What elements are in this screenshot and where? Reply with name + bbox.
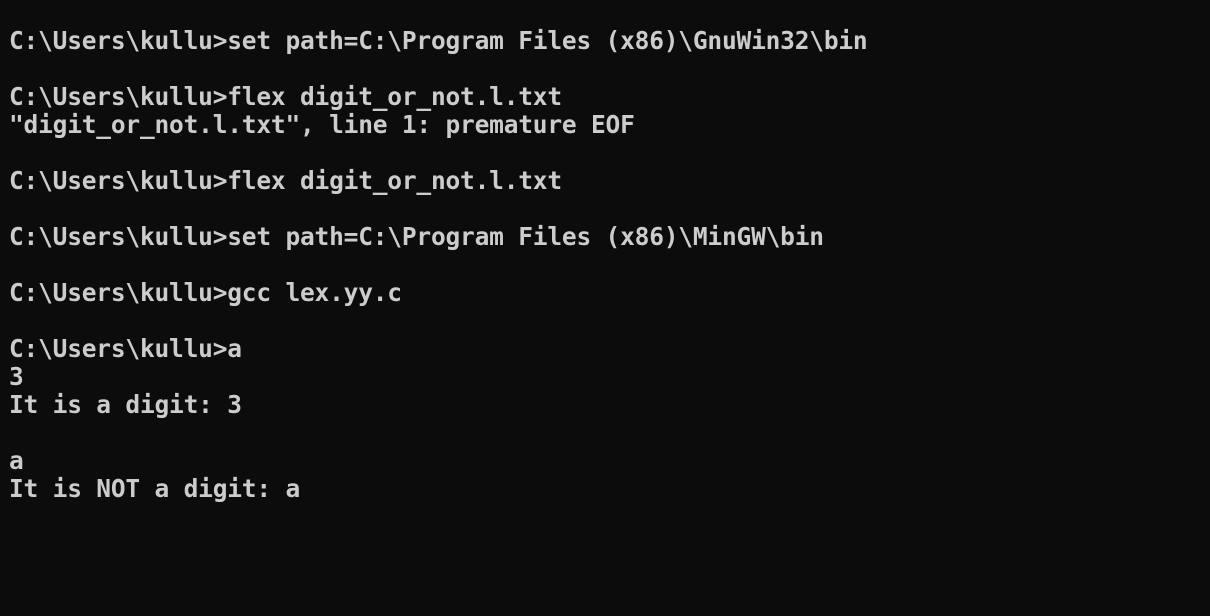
command-line: C:\Users\kullu>set path=C:\Program Files… — [9, 26, 868, 55]
input-line: a — [9, 446, 24, 475]
terminal-window[interactable]: C:\Users\kullu>set path=C:\Program Files… — [0, 0, 1210, 616]
input-line: 3 — [9, 362, 24, 391]
output-line: It is NOT a digit: a — [9, 474, 301, 503]
output-line: It is a digit: 3 — [9, 390, 242, 419]
output-line: "digit_or_not.l.txt", line 1: premature … — [9, 110, 635, 139]
command-line: C:\Users\kullu>flex digit_or_not.l.txt — [9, 166, 562, 195]
command-line: C:\Users\kullu>set path=C:\Program Files… — [9, 222, 824, 251]
command-line: C:\Users\kullu>gcc lex.yy.c — [9, 278, 402, 307]
command-line: C:\Users\kullu>a — [9, 334, 242, 363]
command-line: C:\Users\kullu>flex digit_or_not.l.txt — [9, 82, 562, 111]
